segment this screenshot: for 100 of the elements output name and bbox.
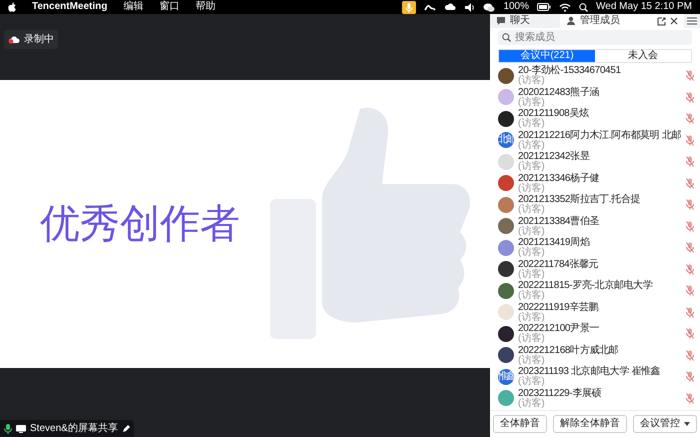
member-name: 2021212216阿力木江.阿布都莫明 北邮	[518, 130, 682, 141]
chat-icon	[496, 16, 506, 26]
microphone-icon[interactable]	[4, 424, 12, 434]
member-role: (访客)	[518, 162, 546, 172]
menu-icon[interactable]	[684, 16, 700, 26]
member-row[interactable]: 2023211229-李展硕 (访客)	[490, 388, 700, 409]
member-row[interactable]: 2021213384曹伯圣 (访客)	[490, 216, 700, 237]
avatar-placeholder	[498, 110, 514, 127]
wave-icon[interactable]	[424, 3, 436, 11]
menu-bar-clock: Wed May 15 2:10 PM	[596, 0, 692, 14]
member-role: (访客)	[518, 140, 546, 151]
microphone-icon[interactable]	[402, 0, 416, 14]
action-button[interactable]: 会议管控	[633, 415, 697, 433]
microphone-muted-icon[interactable]	[686, 92, 694, 103]
slide-title: 优秀创作者	[40, 201, 240, 248]
microphone-muted-icon[interactable]	[686, 392, 694, 404]
avatar-placeholder	[498, 175, 514, 192]
avatar-placeholder	[498, 261, 514, 278]
microphone-muted-icon[interactable]	[686, 113, 694, 124]
member-row[interactable]: 2021213346杨子健 (访客)	[490, 172, 700, 194]
avatar-placeholder	[498, 240, 514, 256]
member-role: (访客)	[518, 119, 546, 130]
app-menu[interactable]: TencentMeeting	[32, 0, 108, 14]
person-icon	[566, 16, 576, 26]
cloud-icon	[8, 35, 20, 44]
microphone-muted-icon[interactable]	[686, 285, 694, 296]
microphone-muted-icon[interactable]	[686, 156, 694, 168]
member-row[interactable]: 2020212483熊子涵 (访客)	[490, 86, 700, 108]
member-name: 2023211229-李展硕	[518, 388, 602, 399]
member-role: (访客)	[518, 76, 546, 86]
battery-icon	[537, 3, 552, 11]
member-name: 2022211784张馨元	[518, 258, 600, 270]
member-role: (访客)	[518, 248, 546, 258]
avatar-placeholder	[498, 347, 514, 364]
battery-level: 100%	[503, 0, 530, 14]
search-icon[interactable]	[579, 2, 588, 12]
avatar-placeholder	[498, 68, 514, 84]
member-row[interactable]: 2021211908吴炫 (访客)	[490, 108, 700, 130]
avatar-placeholder	[498, 282, 514, 299]
volume-icon[interactable]	[464, 2, 476, 12]
action-button[interactable]: 全体静音	[493, 415, 547, 433]
avatar-placeholder	[498, 196, 514, 213]
microphone-muted-icon[interactable]	[686, 70, 694, 82]
avatar: 北邮	[498, 132, 514, 148]
avatar-placeholder	[498, 304, 514, 320]
chat-bubbles-icon[interactable]	[483, 2, 496, 12]
action-button[interactable]: 解除全体静音	[553, 415, 627, 433]
search-icon	[502, 33, 511, 42]
pencil-icon[interactable]	[122, 424, 130, 432]
close-icon[interactable]	[670, 17, 678, 25]
member-row[interactable]: 2022211784张馨元 (访客)	[490, 258, 700, 280]
avatar-placeholder	[498, 89, 514, 106]
member-row[interactable]: 2022211919辛芸鹏 (访客)	[490, 302, 700, 323]
member-role: (访客)	[518, 398, 545, 409]
member-row[interactable]: 2022211815-罗亮-北京邮电大学 (访客)	[490, 280, 700, 302]
member-name: 2020212483熊子涵	[518, 86, 600, 98]
microphone-muted-icon[interactable]	[686, 220, 694, 232]
member-row[interactable]: 2022212168叶方威北邮 (访客)	[490, 344, 700, 366]
avatar-placeholder	[498, 154, 514, 170]
member-row[interactable]: 2021213419周焰 (访客)	[490, 237, 700, 258]
avatar-placeholder	[498, 326, 514, 342]
member-row[interactable]: 20-李劲松-15334670451 (访客)	[490, 65, 700, 86]
wifi-icon[interactable]	[559, 2, 572, 12]
microphone-muted-icon[interactable]	[686, 134, 694, 146]
panel-tab[interactable]: 聊天	[490, 14, 560, 28]
segment-tab[interactable]: 未入会	[595, 50, 691, 62]
apple-logo-icon[interactable]	[8, 2, 16, 12]
screen-icon	[16, 424, 26, 432]
member-role: (访客)	[518, 98, 545, 108]
member-row[interactable]: 2022212100尹景一 (访客)	[490, 323, 700, 344]
microphone-muted-icon[interactable]	[686, 199, 694, 210]
member-row[interactable]: 2021213352斯拉吉丁.托合提 (访客)	[490, 194, 700, 216]
segment-tab[interactable]: 会议中(221)	[499, 50, 595, 62]
panel-tab[interactable]: 管理成员	[560, 14, 684, 28]
microphone-muted-icon[interactable]	[686, 178, 694, 189]
microphone-muted-icon[interactable]	[686, 264, 694, 275]
recording-label: 录制中	[24, 32, 54, 47]
member-name: 2022212168叶方威北邮	[518, 344, 620, 356]
microphone-muted-icon[interactable]	[686, 328, 694, 340]
member-role: (访客)	[518, 356, 546, 366]
member-role: (访客)	[518, 377, 546, 388]
cloud-icon[interactable]	[444, 3, 456, 11]
menu-item[interactable]: 窗口	[159, 0, 180, 14]
menu-item[interactable]: 帮助	[195, 0, 216, 14]
member-name: 2021213384曹伯圣	[518, 216, 600, 227]
member-name: 2021213346杨子健	[518, 172, 600, 184]
member-role: (访客)	[518, 334, 546, 344]
avatar-placeholder	[498, 218, 514, 234]
microphone-muted-icon[interactable]	[686, 306, 694, 318]
microphone-muted-icon[interactable]	[686, 371, 694, 382]
menu-item[interactable]: 编辑	[123, 0, 144, 14]
microphone-muted-icon[interactable]	[686, 242, 694, 254]
member-role: (访客)	[518, 205, 546, 216]
avatar-placeholder	[498, 390, 514, 406]
member-row[interactable]: 2021212342张昱 (访客)	[490, 151, 700, 172]
microphone-muted-icon[interactable]	[686, 350, 694, 361]
member-role: (访客)	[518, 226, 546, 237]
screen-share-label: Steven&的屏幕共享	[30, 422, 118, 436]
pop-out-icon[interactable]	[657, 16, 666, 26]
avatar: 惟鑫	[498, 368, 514, 385]
